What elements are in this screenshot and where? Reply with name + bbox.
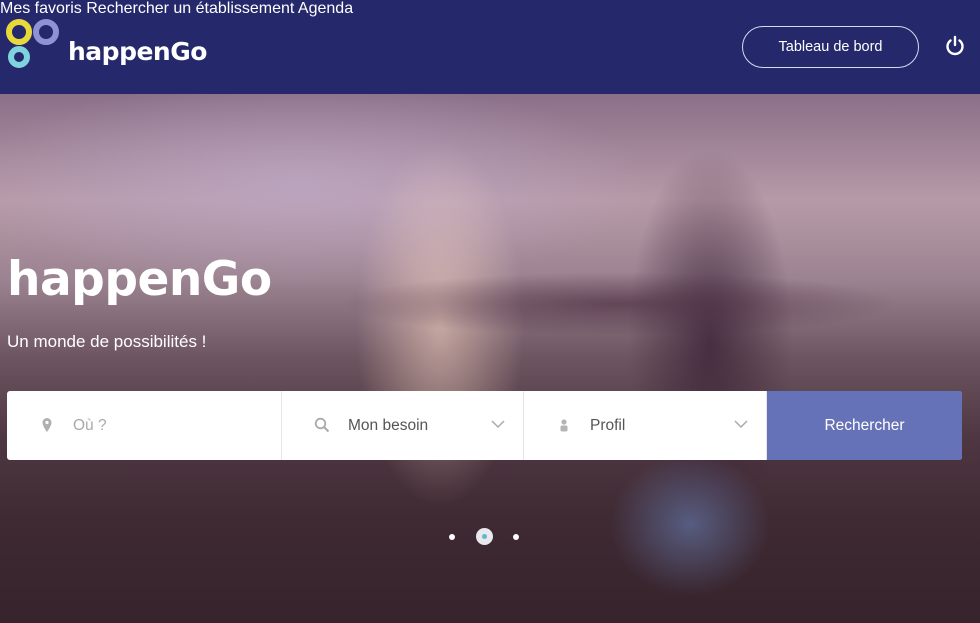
nav-agenda[interactable]: Agenda: [298, 0, 353, 17]
hero-image-detail: [590, 454, 790, 623]
hero-image-detail: [270, 244, 970, 334]
search-button[interactable]: Rechercher: [767, 391, 962, 460]
need-select[interactable]: Mon besoin: [282, 391, 524, 460]
dashboard-button[interactable]: Tableau de bord: [742, 26, 919, 68]
header: happenGo Mes favoris Rechercher un établ…: [0, 0, 980, 94]
chevron-down-icon: [734, 420, 748, 429]
hero-subtitle: Un monde de possibilités !: [7, 332, 207, 351]
hero-banner: happenGo Un monde de possibilités ! Où ?…: [0, 94, 980, 623]
profile-select[interactable]: Profil: [524, 391, 767, 460]
nav-rechercher-etablissement[interactable]: Rechercher un établissement: [86, 0, 294, 17]
power-icon[interactable]: [944, 35, 966, 57]
profile-select-value: Profil: [590, 416, 626, 434]
nav-mes-favoris[interactable]: Mes favoris: [0, 0, 82, 17]
carousel-dot-3[interactable]: [513, 534, 519, 540]
location-input[interactable]: Où ?: [7, 391, 282, 460]
logo-icon: [6, 19, 59, 68]
search-icon: [314, 417, 330, 433]
user-icon: [560, 419, 568, 432]
logo[interactable]: happenGo: [6, 18, 207, 70]
search-bar: Où ? Mon besoin Profil Rechercher: [7, 391, 962, 460]
need-select-value: Mon besoin: [348, 416, 429, 434]
carousel-dot-2-active[interactable]: [476, 528, 493, 545]
brand-name: happenGo: [68, 36, 207, 66]
map-pin-icon: [42, 418, 52, 432]
chevron-down-icon: [491, 420, 505, 429]
location-placeholder: Où ?: [73, 416, 107, 434]
hero-title: happenGo: [7, 252, 272, 307]
carousel-dot-1[interactable]: [449, 534, 455, 540]
